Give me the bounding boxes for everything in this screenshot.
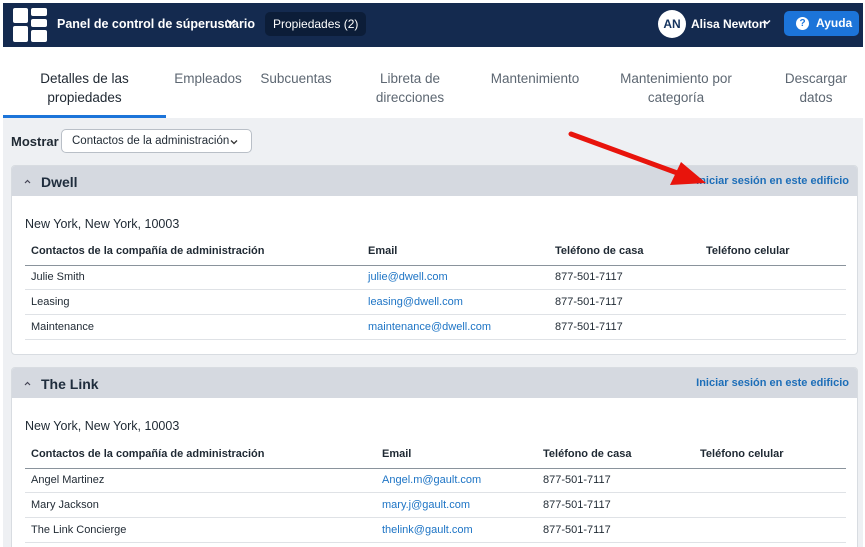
table-row: Angel Martinez Angel.m@gault.com 877-501… bbox=[25, 468, 846, 493]
contact-email-link[interactable]: leasing@dwell.com bbox=[368, 296, 463, 308]
property-name: Dwell bbox=[41, 174, 78, 190]
column-header-cell-phone: Teléfono celular bbox=[700, 448, 784, 460]
column-header-email: Email bbox=[368, 245, 398, 257]
table-row: Maintenance maintenance@dwell.com 877-50… bbox=[25, 315, 846, 340]
avatar[interactable]: AN bbox=[658, 10, 686, 38]
property-card-the-link: The Link Iniciar sesión en este edificio… bbox=[11, 367, 858, 547]
property-card-dwell: Dwell Iniciar sesión en este edificio Ne… bbox=[11, 165, 858, 355]
table-row: Mary Jackson mary.j@gault.com 877-501-71… bbox=[25, 493, 846, 518]
column-header-contact: Contactos de la compañía de administraci… bbox=[31, 448, 265, 460]
contact-name: The Link Concierge bbox=[31, 524, 127, 536]
contact-email-link[interactable]: thelink@gault.com bbox=[382, 524, 473, 536]
column-header-email: Email bbox=[382, 448, 412, 460]
tab-employees[interactable]: Empleados bbox=[173, 69, 243, 88]
column-header-cell-phone: Teléfono celular bbox=[706, 245, 790, 257]
show-filter-label: Mostrar bbox=[11, 134, 59, 149]
column-header-contact: Contactos de la compañía de administraci… bbox=[31, 245, 265, 257]
contacts-table: Contactos de la compañía de administraci… bbox=[25, 245, 846, 345]
table-row: Leasing leasing@dwell.com 877-501-7117 bbox=[25, 290, 846, 315]
help-button[interactable]: ? Ayuda bbox=[784, 11, 859, 36]
tab-maintenance[interactable]: Mantenimiento bbox=[487, 69, 583, 88]
contact-email-link[interactable]: Angel.m@gault.com bbox=[382, 474, 481, 486]
contact-email-link[interactable]: mary.j@gault.com bbox=[382, 499, 470, 511]
login-building-link[interactable]: Iniciar sesión en este edificio bbox=[696, 377, 849, 389]
contact-home-phone: 877-501-7117 bbox=[543, 474, 611, 486]
contact-name: Leasing bbox=[31, 296, 70, 308]
contacts-filter-select[interactable]: Contactos de la administración bbox=[61, 129, 252, 153]
column-header-home-phone: Teléfono de casa bbox=[555, 245, 644, 257]
contacts-filter-value: Contactos de la administración bbox=[72, 135, 230, 147]
contact-name: Maintenance bbox=[31, 321, 94, 333]
tab-address-book[interactable]: Libreta de direcciones bbox=[364, 69, 456, 107]
contact-email-link[interactable]: julie@dwell.com bbox=[368, 271, 448, 283]
column-header-home-phone: Teléfono de casa bbox=[543, 448, 632, 460]
user-name[interactable]: Alisa Newton bbox=[691, 17, 766, 31]
main-content: Mostrar Contactos de la administración D… bbox=[3, 118, 863, 547]
chevron-down-icon[interactable] bbox=[225, 16, 237, 28]
contact-home-phone: 877-501-7117 bbox=[555, 321, 623, 333]
login-building-link[interactable]: Iniciar sesión en este edificio bbox=[696, 175, 849, 187]
contact-name: Mary Jackson bbox=[31, 499, 99, 511]
collapse-chevron-icon[interactable] bbox=[23, 379, 32, 388]
contact-home-phone: 877-501-7117 bbox=[543, 499, 611, 511]
contacts-table: Contactos de la compañía de administraci… bbox=[25, 448, 846, 547]
contact-home-phone: 877-501-7117 bbox=[555, 296, 623, 308]
property-address: New York, New York, 10003 bbox=[25, 217, 180, 231]
tab-property-details[interactable]: Detalles de las propiedades bbox=[3, 69, 166, 107]
question-icon: ? bbox=[796, 17, 809, 30]
contact-name: Angel Martinez bbox=[31, 474, 105, 486]
red-annotation-arrow-icon bbox=[568, 131, 706, 185]
property-name: The Link bbox=[41, 376, 99, 392]
contact-email-link[interactable]: maintenance@dwell.com bbox=[368, 321, 491, 333]
top-navigation-bar: Panel de control de súperusuario Propied… bbox=[3, 3, 863, 47]
table-row: The Link Concierge thelink@gault.com 877… bbox=[25, 518, 846, 543]
collapse-chevron-icon[interactable] bbox=[23, 177, 32, 186]
tab-bar: Detalles de las propiedades Empleados Su… bbox=[3, 47, 863, 118]
tab-maintenance-by-category[interactable]: Mantenimiento por categoría bbox=[611, 69, 741, 107]
tab-subaccounts[interactable]: Subcuentas bbox=[260, 69, 332, 88]
table-row: Julie Smith julie@dwell.com 877-501-7117 bbox=[25, 265, 846, 290]
chevron-down-icon bbox=[230, 140, 238, 145]
properties-count-button[interactable]: Propiedades (2) bbox=[265, 12, 367, 36]
property-card-header[interactable]: The Link Iniciar sesión en este edificio bbox=[12, 368, 857, 398]
tab-download-data[interactable]: Descargar datos bbox=[779, 69, 853, 107]
contact-home-phone: 877-501-7117 bbox=[543, 524, 611, 536]
contact-name: Julie Smith bbox=[31, 271, 85, 283]
app-logo-icon[interactable] bbox=[13, 8, 47, 42]
property-card-header[interactable]: Dwell Iniciar sesión en este edificio bbox=[12, 166, 857, 196]
contact-home-phone: 877-501-7117 bbox=[555, 271, 623, 283]
property-address: New York, New York, 10003 bbox=[25, 419, 180, 433]
help-button-label: Ayuda bbox=[816, 16, 853, 30]
user-menu-chevron-icon[interactable] bbox=[762, 17, 772, 27]
